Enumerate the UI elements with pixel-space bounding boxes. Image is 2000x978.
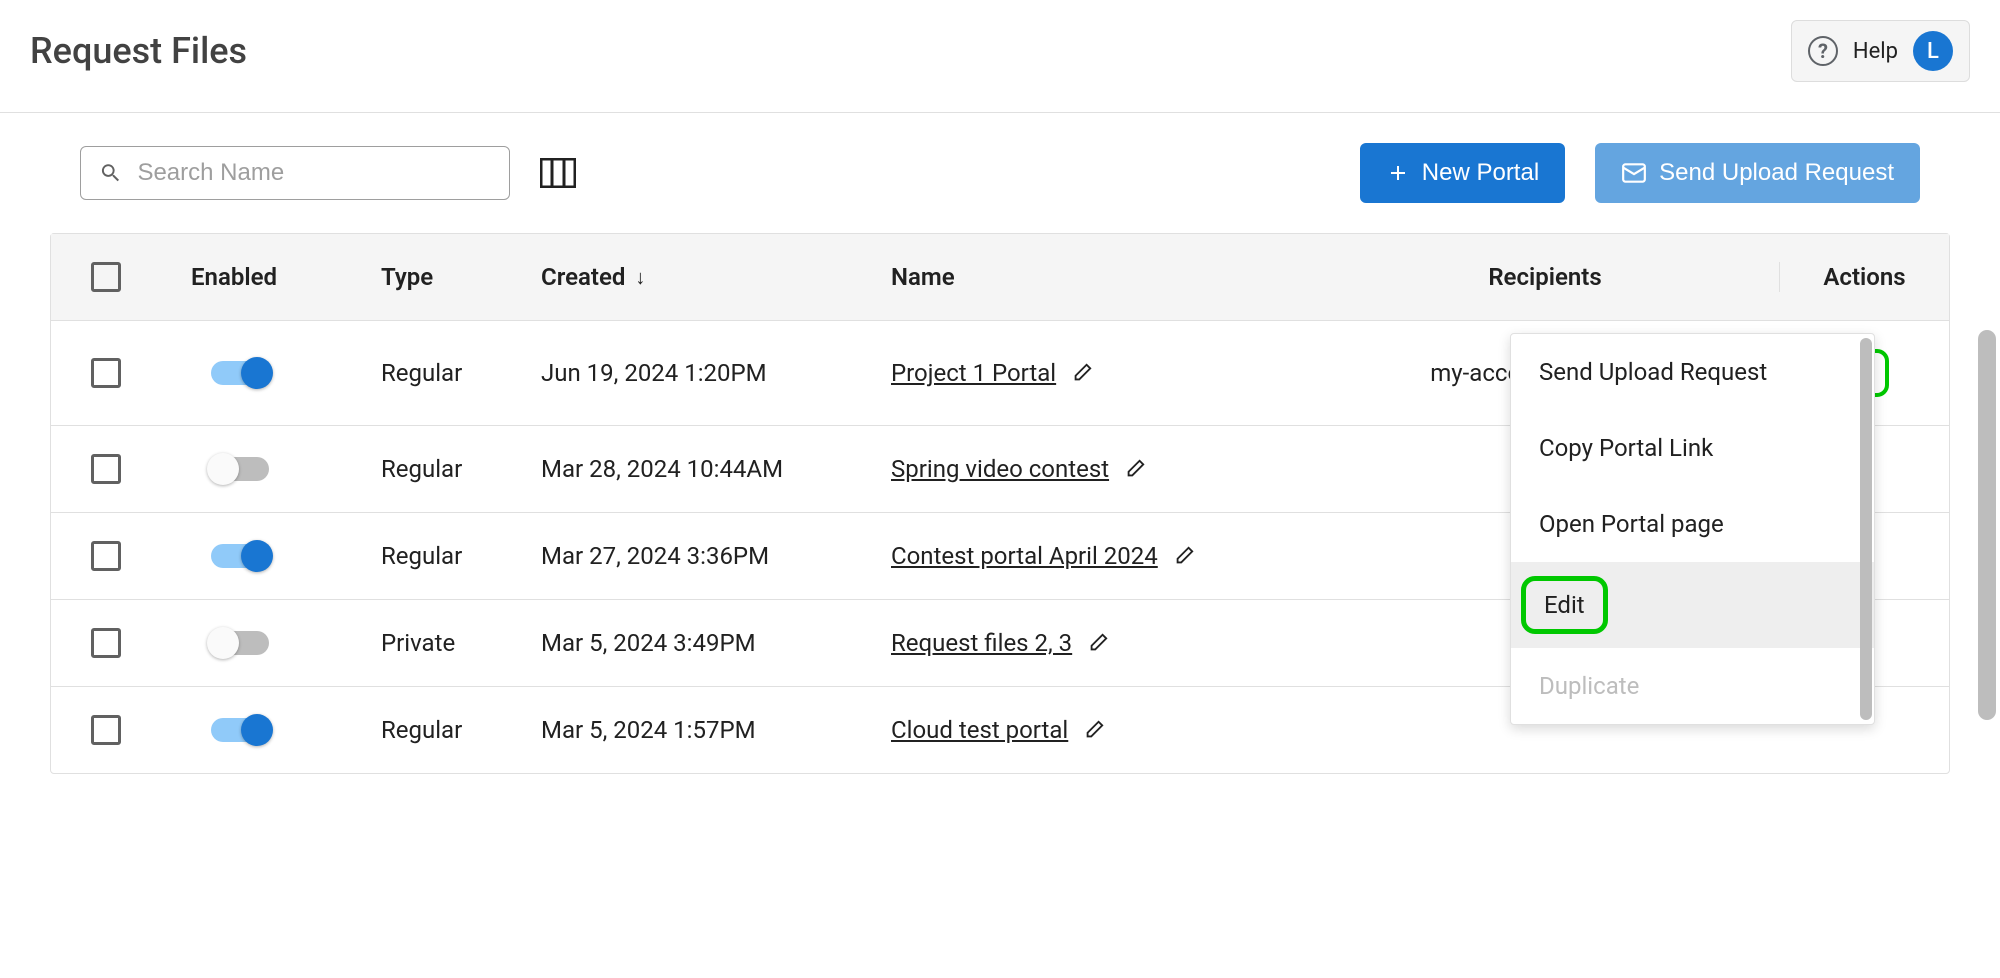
row-type: Regular (381, 542, 541, 570)
dropdown-edit[interactable]: Edit (1511, 562, 1874, 648)
row-created: Mar 5, 2024 1:57PM (541, 716, 891, 744)
dropdown-scrollbar[interactable] (1860, 338, 1872, 720)
row-type: Regular (381, 716, 541, 744)
new-portal-label: New Portal (1422, 159, 1539, 187)
page-title: Request Files (30, 30, 247, 72)
row-created: Jun 19, 2024 1:20PM (541, 359, 891, 387)
enabled-toggle[interactable] (211, 631, 269, 655)
col-recipients-header[interactable]: Recipients (1311, 262, 1779, 292)
row-type: Regular (381, 359, 541, 387)
portal-name-link[interactable]: Spring video contest (891, 455, 1109, 483)
send-upload-request-button[interactable]: Send Upload Request (1595, 143, 1920, 203)
row-checkbox[interactable] (91, 454, 121, 484)
enabled-toggle[interactable] (211, 718, 269, 742)
row-checkbox[interactable] (91, 541, 121, 571)
row-type: Regular (381, 455, 541, 483)
edit-icon[interactable] (1124, 458, 1146, 480)
page-header: Request Files ? Help L (0, 0, 2000, 113)
help-box[interactable]: ? Help L (1791, 20, 1970, 82)
col-type-header[interactable]: Type (381, 262, 541, 292)
edit-icon[interactable] (1173, 545, 1195, 567)
portal-name-link[interactable]: Request files 2, 3 (891, 629, 1072, 657)
select-all-checkbox[interactable] (91, 262, 121, 292)
table-wrap: Enabled Type Created ↓ Name Recipients A… (0, 233, 2000, 774)
dropdown-duplicate[interactable]: Duplicate (1511, 648, 1874, 724)
col-actions-header: Actions (1779, 262, 1949, 292)
row-created: Mar 28, 2024 10:44AM (541, 455, 891, 483)
toolbar: New Portal Send Upload Request (0, 113, 2000, 233)
sort-down-icon: ↓ (635, 265, 645, 290)
portal-name-link[interactable]: Project 1 Portal (891, 359, 1056, 387)
row-checkbox[interactable] (91, 715, 121, 745)
search-icon (99, 160, 122, 186)
edit-icon[interactable] (1087, 632, 1109, 654)
edit-icon[interactable] (1071, 362, 1093, 384)
columns-icon[interactable] (540, 158, 576, 188)
mail-icon (1621, 160, 1647, 186)
help-label: Help (1853, 39, 1898, 64)
avatar[interactable]: L (1913, 31, 1953, 71)
row-type: Private (381, 629, 541, 657)
new-portal-button[interactable]: New Portal (1360, 143, 1565, 203)
row-created: Mar 5, 2024 3:49PM (541, 629, 891, 657)
dropdown-open-page[interactable]: Open Portal page (1511, 486, 1874, 562)
search-input[interactable] (137, 159, 491, 187)
enabled-toggle[interactable] (211, 544, 269, 568)
help-icon: ? (1808, 36, 1838, 66)
plus-icon (1386, 161, 1410, 185)
search-box[interactable] (80, 146, 510, 200)
col-created-header[interactable]: Created ↓ (541, 262, 891, 292)
dropdown-copy-link[interactable]: Copy Portal Link (1511, 410, 1874, 486)
col-enabled-header[interactable]: Enabled (161, 262, 381, 292)
row-checkbox[interactable] (91, 628, 121, 658)
table-header: Enabled Type Created ↓ Name Recipients A… (51, 234, 1949, 321)
row-created: Mar 27, 2024 3:36PM (541, 542, 891, 570)
portal-name-link[interactable]: Cloud test portal (891, 716, 1068, 744)
dropdown-send-upload[interactable]: Send Upload Request (1511, 334, 1874, 410)
edit-icon[interactable] (1083, 719, 1105, 741)
send-upload-label: Send Upload Request (1659, 159, 1894, 187)
page-scrollbar[interactable] (1978, 330, 1996, 720)
portal-name-link[interactable]: Contest portal April 2024 (891, 542, 1158, 570)
actions-dropdown: Send Upload Request Copy Portal Link Ope… (1510, 333, 1875, 725)
col-name-header[interactable]: Name (891, 262, 1311, 292)
enabled-toggle[interactable] (211, 361, 269, 385)
row-checkbox[interactable] (91, 358, 121, 388)
enabled-toggle[interactable] (211, 457, 269, 481)
